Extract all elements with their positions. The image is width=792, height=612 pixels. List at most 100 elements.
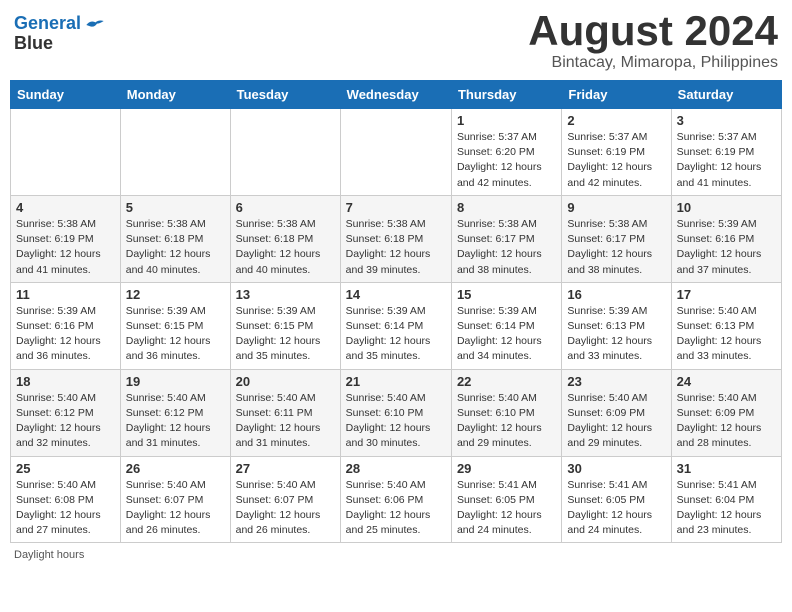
- day-number: 28: [346, 461, 446, 476]
- day-cell: [340, 109, 451, 196]
- day-number: 12: [126, 287, 225, 302]
- day-number: 21: [346, 374, 446, 389]
- day-number: 22: [457, 374, 556, 389]
- day-number: 2: [567, 113, 665, 128]
- day-number: 18: [16, 374, 115, 389]
- day-cell: 2 Sunrise: 5:37 AM Sunset: 6:19 PM Daylig…: [562, 109, 671, 196]
- day-info: Sunrise: 5:39 AM Sunset: 6:15 PM Dayligh…: [236, 304, 335, 365]
- day-cell: 5Sunrise: 5:38 AM Sunset: 6:18 PM Daylig…: [120, 195, 230, 282]
- day-info: Sunrise: 5:40 AM Sunset: 6:08 PM Dayligh…: [16, 478, 115, 539]
- day-info: Sunrise: 5:41 AM Sunset: 6:05 PM Dayligh…: [567, 478, 665, 539]
- calendar-table: SundayMondayTuesdayWednesdayThursdayFrid…: [10, 80, 782, 543]
- day-cell: 23 Sunrise: 5:40 AM Sunset: 6:09 PM Dayli…: [562, 369, 671, 456]
- day-number: 8: [457, 200, 556, 215]
- day-cell: 15 Sunrise: 5:39 AM Sunset: 6:14 PM Dayli…: [451, 282, 561, 369]
- calendar-subtitle: Bintacay, Mimaropa, Philippines: [528, 54, 778, 72]
- day-cell: 8 Sunrise: 5:38 AM Sunset: 6:17 PM Daylig…: [451, 195, 561, 282]
- day-number: 13: [236, 287, 335, 302]
- day-cell: 27 Sunrise: 5:40 AM Sunset: 6:07 PM Dayli…: [230, 456, 340, 543]
- day-info: Sunrise: 5:40 AM Sunset: 6:07 PM Dayligh…: [236, 478, 335, 539]
- col-header-wednesday: Wednesday: [340, 81, 451, 109]
- daylight-label: Daylight hours: [14, 549, 84, 561]
- logo-bird-icon: [85, 17, 105, 33]
- day-info: Sunrise: 5:38 AM Sunset: 6:18 PM Dayligh…: [346, 217, 446, 278]
- calendar-title: August 2024: [528, 10, 778, 52]
- day-cell: 28 Sunrise: 5:40 AM Sunset: 6:06 PM Dayli…: [340, 456, 451, 543]
- day-info: Sunrise: 5:40 AM Sunset: 6:10 PM Dayligh…: [346, 391, 446, 452]
- day-cell: 25 Sunrise: 5:40 AM Sunset: 6:08 PM Dayli…: [11, 456, 121, 543]
- day-number: 20: [236, 374, 335, 389]
- col-header-friday: Friday: [562, 81, 671, 109]
- col-header-sunday: Sunday: [11, 81, 121, 109]
- col-header-saturday: Saturday: [671, 81, 781, 109]
- day-number: 5: [126, 200, 225, 215]
- day-info: Sunrise: 5:41 AM Sunset: 6:05 PM Dayligh…: [457, 478, 556, 539]
- day-info: Sunrise: 5:38 AM Sunset: 6:18 PM Dayligh…: [236, 217, 335, 278]
- day-cell: 4Sunrise: 5:38 AM Sunset: 6:19 PM Daylig…: [11, 195, 121, 282]
- day-number: 3: [677, 113, 776, 128]
- day-number: 7: [346, 200, 446, 215]
- day-info: Sunrise: 5:39 AM Sunset: 6:13 PM Dayligh…: [567, 304, 665, 365]
- day-info: Sunrise: 5:40 AM Sunset: 6:11 PM Dayligh…: [236, 391, 335, 452]
- footer: Daylight hours: [10, 549, 782, 561]
- week-row-4: 18 Sunrise: 5:40 AM Sunset: 6:12 PM Dayli…: [11, 369, 782, 456]
- day-cell: [230, 109, 340, 196]
- day-cell: 11 Sunrise: 5:39 AM Sunset: 6:16 PM Dayli…: [11, 282, 121, 369]
- col-header-monday: Monday: [120, 81, 230, 109]
- day-number: 31: [677, 461, 776, 476]
- day-number: 14: [346, 287, 446, 302]
- day-info: Sunrise: 5:40 AM Sunset: 6:10 PM Dayligh…: [457, 391, 556, 452]
- day-cell: 21 Sunrise: 5:40 AM Sunset: 6:10 PM Dayli…: [340, 369, 451, 456]
- day-number: 1: [457, 113, 556, 128]
- day-number: 15: [457, 287, 556, 302]
- day-cell: 9Sunrise: 5:38 AM Sunset: 6:17 PM Daylig…: [562, 195, 671, 282]
- day-number: 11: [16, 287, 115, 302]
- logo-text: GeneralBlue: [14, 14, 81, 54]
- day-cell: 30 Sunrise: 5:41 AM Sunset: 6:05 PM Dayli…: [562, 456, 671, 543]
- day-info: Sunrise: 5:40 AM Sunset: 6:09 PM Dayligh…: [567, 391, 665, 452]
- day-info: Sunrise: 5:41 AM Sunset: 6:04 PM Dayligh…: [677, 478, 776, 539]
- day-cell: [120, 109, 230, 196]
- day-cell: [11, 109, 121, 196]
- day-number: 10: [677, 200, 776, 215]
- day-info: Sunrise: 5:37 AM Sunset: 6:19 PM Dayligh…: [567, 130, 665, 191]
- day-info: Sunrise: 5:39 AM Sunset: 6:16 PM Dayligh…: [677, 217, 776, 278]
- day-number: 30: [567, 461, 665, 476]
- week-row-3: 11 Sunrise: 5:39 AM Sunset: 6:16 PM Dayli…: [11, 282, 782, 369]
- day-cell: 17Sunrise: 5:40 AM Sunset: 6:13 PM Dayli…: [671, 282, 781, 369]
- week-row-1: 1Sunrise: 5:37 AM Sunset: 6:20 PM Daylig…: [11, 109, 782, 196]
- day-number: 6: [236, 200, 335, 215]
- day-info: Sunrise: 5:39 AM Sunset: 6:16 PM Dayligh…: [16, 304, 115, 365]
- day-number: 26: [126, 461, 225, 476]
- day-info: Sunrise: 5:38 AM Sunset: 6:17 PM Dayligh…: [457, 217, 556, 278]
- day-number: 4: [16, 200, 115, 215]
- day-info: Sunrise: 5:37 AM Sunset: 6:19 PM Dayligh…: [677, 130, 776, 191]
- day-cell: 22 Sunrise: 5:40 AM Sunset: 6:10 PM Dayli…: [451, 369, 561, 456]
- day-number: 23: [567, 374, 665, 389]
- col-header-thursday: Thursday: [451, 81, 561, 109]
- day-cell: 12Sunrise: 5:39 AM Sunset: 6:15 PM Dayli…: [120, 282, 230, 369]
- week-row-5: 25 Sunrise: 5:40 AM Sunset: 6:08 PM Dayli…: [11, 456, 782, 543]
- day-number: 9: [567, 200, 665, 215]
- day-info: Sunrise: 5:40 AM Sunset: 6:07 PM Dayligh…: [126, 478, 225, 539]
- title-block: August 2024 Bintacay, Mimaropa, Philippi…: [528, 10, 778, 72]
- day-number: 27: [236, 461, 335, 476]
- day-cell: 10 Sunrise: 5:39 AM Sunset: 6:16 PM Dayli…: [671, 195, 781, 282]
- day-cell: 31 Sunrise: 5:41 AM Sunset: 6:04 PM Dayli…: [671, 456, 781, 543]
- day-number: 19: [126, 374, 225, 389]
- day-cell: 1Sunrise: 5:37 AM Sunset: 6:20 PM Daylig…: [451, 109, 561, 196]
- day-cell: 13 Sunrise: 5:39 AM Sunset: 6:15 PM Dayli…: [230, 282, 340, 369]
- day-info: Sunrise: 5:40 AM Sunset: 6:06 PM Dayligh…: [346, 478, 446, 539]
- col-header-tuesday: Tuesday: [230, 81, 340, 109]
- day-cell: 6 Sunrise: 5:38 AM Sunset: 6:18 PM Daylig…: [230, 195, 340, 282]
- day-info: Sunrise: 5:39 AM Sunset: 6:14 PM Dayligh…: [457, 304, 556, 365]
- day-number: 25: [16, 461, 115, 476]
- day-cell: 19Sunrise: 5:40 AM Sunset: 6:12 PM Dayli…: [120, 369, 230, 456]
- day-cell: 24Sunrise: 5:40 AM Sunset: 6:09 PM Dayli…: [671, 369, 781, 456]
- day-cell: 16 Sunrise: 5:39 AM Sunset: 6:13 PM Dayli…: [562, 282, 671, 369]
- day-cell: 7 Sunrise: 5:38 AM Sunset: 6:18 PM Daylig…: [340, 195, 451, 282]
- day-info: Sunrise: 5:40 AM Sunset: 6:12 PM Dayligh…: [16, 391, 115, 452]
- page-header: GeneralBlue August 2024 Bintacay, Mimaro…: [10, 10, 782, 72]
- day-number: 17: [677, 287, 776, 302]
- day-number: 16: [567, 287, 665, 302]
